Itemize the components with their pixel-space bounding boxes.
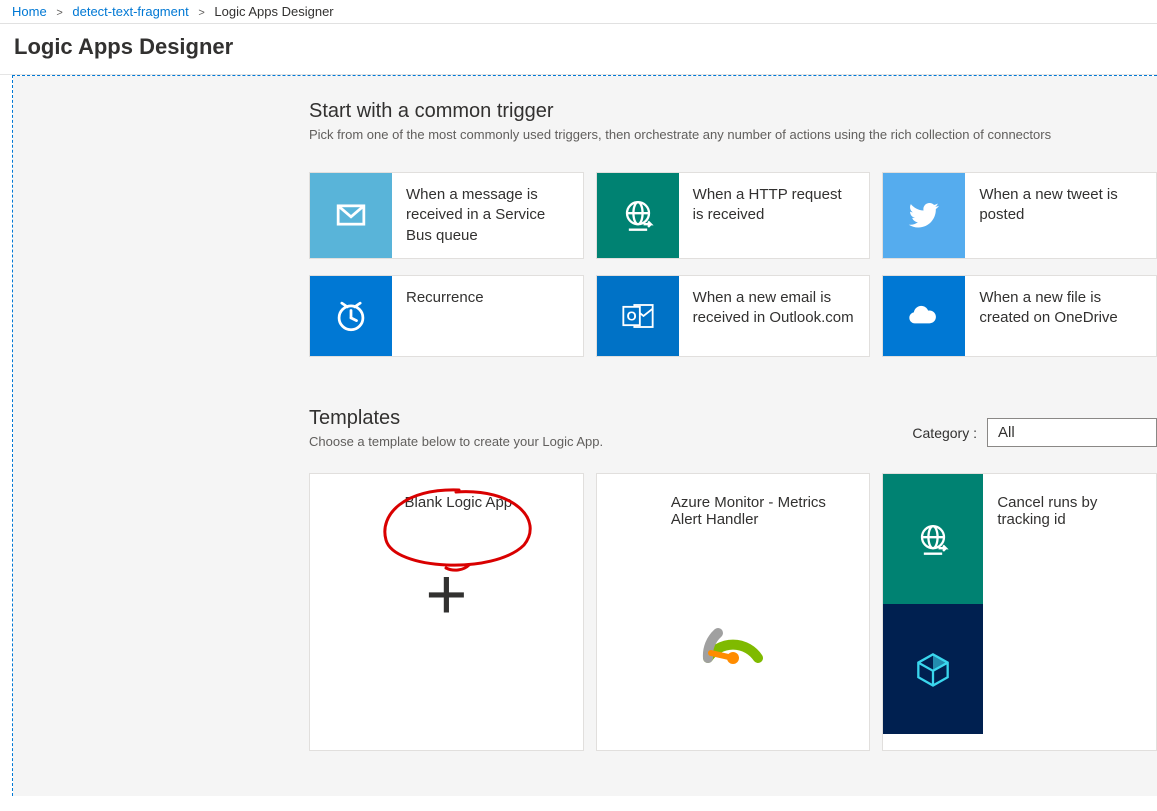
trigger-label: When a HTTP request is received (679, 173, 870, 258)
triggers-section-title: Start with a common trigger (309, 100, 1157, 123)
twitter-icon (883, 173, 965, 258)
cube-icon (883, 604, 983, 734)
trigger-row: When a message is received in a Service … (309, 172, 1157, 259)
trigger-card-servicebus[interactable]: When a message is received in a Service … (309, 172, 584, 259)
template-label: Blank Logic App (310, 474, 583, 519)
trigger-card-onedrive[interactable]: When a new file is created on OneDrive (882, 275, 1157, 357)
category-label: Category : (912, 425, 977, 441)
servicebus-icon (310, 173, 392, 258)
template-card-cancel-runs[interactable]: Cancel runs by tracking id (882, 473, 1157, 751)
templates-section-title: Templates (309, 407, 882, 430)
plus-icon: + (425, 559, 467, 631)
http-icon (597, 173, 679, 258)
trigger-card-twitter[interactable]: When a new tweet is posted (882, 172, 1157, 259)
triggers-section-subtitle: Pick from one of the most commonly used … (309, 127, 1157, 142)
template-label: Azure Monitor - Metrics Alert Handler (671, 474, 869, 536)
cloud-icon (883, 276, 965, 356)
breadcrumb-home[interactable]: Home (12, 4, 47, 19)
trigger-label: When a new email is received in Outlook.… (679, 276, 870, 356)
gauge-icon (693, 603, 773, 683)
trigger-row: Recurrence O When a new email is receive… (309, 275, 1157, 357)
page-title: Logic Apps Designer (0, 24, 1157, 75)
chevron-right-icon: > (198, 7, 204, 19)
templates-section-subtitle: Choose a template below to create your L… (309, 434, 882, 449)
trigger-label: Recurrence (392, 276, 498, 356)
template-card-blank[interactable]: Blank Logic App + (309, 473, 584, 751)
trigger-label: When a new tweet is posted (965, 173, 1156, 258)
breadcrumb-current: Logic Apps Designer (214, 4, 333, 19)
http-icon (883, 474, 983, 604)
template-icon-stack (883, 474, 983, 734)
category-select[interactable]: All (987, 418, 1157, 447)
breadcrumb: Home > detect-text-fragment > Logic Apps… (0, 0, 1157, 24)
designer-canvas-frame: Start with a common trigger Pick from on… (12, 75, 1157, 796)
trigger-card-outlook[interactable]: O When a new email is received in Outloo… (596, 275, 871, 357)
outlook-icon: O (597, 276, 679, 356)
breadcrumb-resource[interactable]: detect-text-fragment (72, 4, 188, 19)
chevron-right-icon: > (56, 7, 62, 19)
templates-header: Templates Choose a template below to cre… (309, 407, 1157, 449)
trigger-card-recurrence[interactable]: Recurrence (309, 275, 584, 357)
template-row: Blank Logic App + Azure Monitor - Metric… (309, 473, 1157, 751)
designer-body: Start with a common trigger Pick from on… (13, 76, 1157, 796)
trigger-label: When a message is received in a Service … (392, 173, 583, 258)
svg-text:O: O (626, 308, 636, 323)
template-card-azure-monitor[interactable]: Azure Monitor - Metrics Alert Handler (596, 473, 871, 751)
trigger-card-http[interactable]: When a HTTP request is received (596, 172, 871, 259)
category-filter: Category : All (912, 418, 1157, 447)
clock-icon (310, 276, 392, 356)
trigger-label: When a new file is created on OneDrive (965, 276, 1156, 356)
template-label: Cancel runs by tracking id (983, 474, 1156, 750)
